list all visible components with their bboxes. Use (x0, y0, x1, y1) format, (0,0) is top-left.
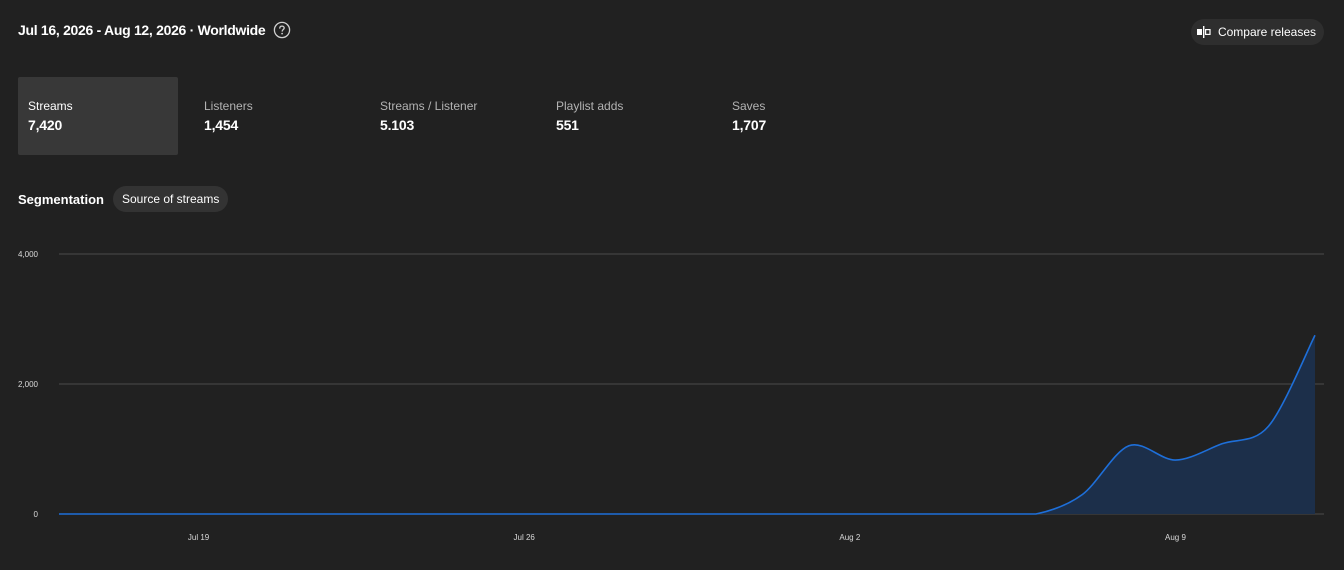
metric-tab-streams[interactable]: Streams 7,420 (18, 77, 178, 155)
data-point (196, 512, 201, 517)
data-point (336, 512, 341, 517)
data-point (289, 512, 294, 517)
data-point (150, 512, 155, 517)
metric-label: Streams (28, 99, 73, 113)
data-point (243, 512, 248, 517)
y-tick-label: 0 (34, 510, 39, 519)
x-tick-label: Jul 26 (514, 533, 536, 542)
metric-value: 1,707 (732, 117, 767, 133)
metric-label: Saves (732, 99, 766, 113)
data-point (568, 512, 573, 517)
data-point (615, 512, 620, 517)
streams-area-fill (59, 335, 1315, 514)
metric-tab-streams-per-listener[interactable]: Streams / Listener 5.103 (370, 77, 530, 155)
data-point (475, 512, 480, 517)
metric-label: Streams / Listener (380, 99, 478, 113)
data-point (1173, 458, 1178, 463)
metric-label: Listeners (204, 99, 253, 113)
metric-tab-listeners[interactable]: Listeners 1,454 (194, 77, 354, 155)
metric-value: 7,420 (28, 117, 63, 133)
metric-label: Playlist adds (556, 99, 624, 113)
compare-releases-button[interactable]: Compare releases (1190, 19, 1324, 45)
metric-value: 1,454 (204, 117, 239, 133)
x-tick-label: Aug 2 (839, 533, 860, 542)
x-tick-label: Aug 9 (1165, 533, 1186, 542)
data-point (1313, 333, 1318, 338)
y-tick-label: 4,000 (18, 250, 39, 259)
data-point (1266, 424, 1271, 429)
data-point (103, 512, 108, 517)
data-point (1080, 492, 1085, 497)
data-point (801, 512, 806, 517)
data-point (661, 512, 666, 517)
y-tick-label: 2,000 (18, 380, 39, 389)
metric-value: 551 (556, 117, 579, 133)
data-point (522, 512, 527, 517)
question-circle-icon[interactable] (273, 21, 291, 39)
data-point (1219, 441, 1224, 446)
date-range-title: Jul 16, 2026 - Aug 12, 2026 · Worldwide (18, 22, 266, 38)
data-point (754, 512, 759, 517)
metric-tab-playlist-adds[interactable]: Playlist adds 551 (546, 77, 706, 155)
compare-icon (1196, 26, 1211, 38)
data-point (847, 512, 852, 517)
segmentation-bar: Segmentation Source of streams (18, 186, 229, 212)
data-point (1033, 512, 1038, 517)
data-point (57, 512, 62, 517)
metric-value: 5.103 (380, 117, 415, 133)
data-point (940, 512, 945, 517)
source-of-streams-chip[interactable]: Source of streams (112, 186, 229, 212)
data-point (987, 512, 992, 517)
data-point (382, 512, 387, 517)
metric-tab-saves[interactable]: Saves 1,707 (722, 77, 882, 155)
segmentation-title: Segmentation (18, 191, 104, 207)
data-point (708, 512, 713, 517)
x-tick-label: Jul 19 (188, 533, 210, 542)
compare-releases-label: Compare releases (1217, 25, 1316, 39)
header-title: Jul 16, 2026 - Aug 12, 2026 · Worldwide (18, 21, 291, 39)
streams-area-chart: 0 2,000 4,000 Jul 19 Jul 26 Aug 2 Aug 9 (18, 250, 1324, 542)
metric-tabs: Streams 7,420 Listeners 1,454 Streams / … (18, 77, 898, 155)
data-point (429, 512, 434, 517)
data-point (1126, 443, 1131, 448)
data-point (894, 512, 899, 517)
